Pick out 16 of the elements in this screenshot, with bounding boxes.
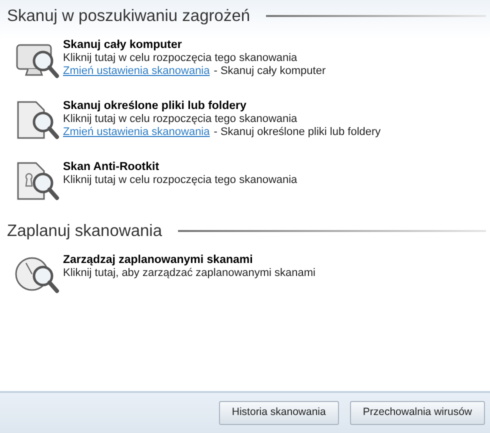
scan-option-title[interactable]: Skan Anti-Rootkit bbox=[63, 160, 298, 174]
scan-option-title[interactable]: Skanuj cały komputer bbox=[63, 38, 326, 52]
scan-option-title[interactable]: Zarządzaj zaplanowanymi skanami bbox=[63, 254, 316, 266]
section-heading: Skanuj w poszukiwaniu zagrożeń bbox=[7, 6, 250, 27]
scan-option-title[interactable]: Skanuj określone pliki lub foldery bbox=[63, 100, 381, 113]
section-heading: Zaplanuj skanowania bbox=[7, 220, 162, 242]
scan-option-description: Kliknij tutaj w celu rozpoczęcia tego skanowania bbox=[63, 52, 298, 65]
link-suffix-text: - Skanuj cały komputer bbox=[214, 64, 326, 78]
scan-option-description: Kliknij tutaj, aby zarządzać zaplanowanymi skanami bbox=[63, 266, 316, 280]
settings-link[interactable]: Zmień ustawienia skanowania bbox=[63, 126, 210, 139]
link-suffix-text: - Skanuj określone pliki lub foldery bbox=[214, 126, 381, 139]
settings-link[interactable]: Zmień ustawienia skanowania bbox=[63, 64, 210, 78]
scan-option-description: Kliknij tutaj w celu rozpoczęcia tego skanowania bbox=[63, 112, 298, 126]
scan-option-description: Kliknij tutaj w celu rozpoczęcia tego skanowania bbox=[63, 174, 298, 187]
footer-button[interactable]: Historia skanowania bbox=[218, 401, 339, 425]
footer-button[interactable]: Przechowalnia wirusów bbox=[350, 401, 485, 425]
